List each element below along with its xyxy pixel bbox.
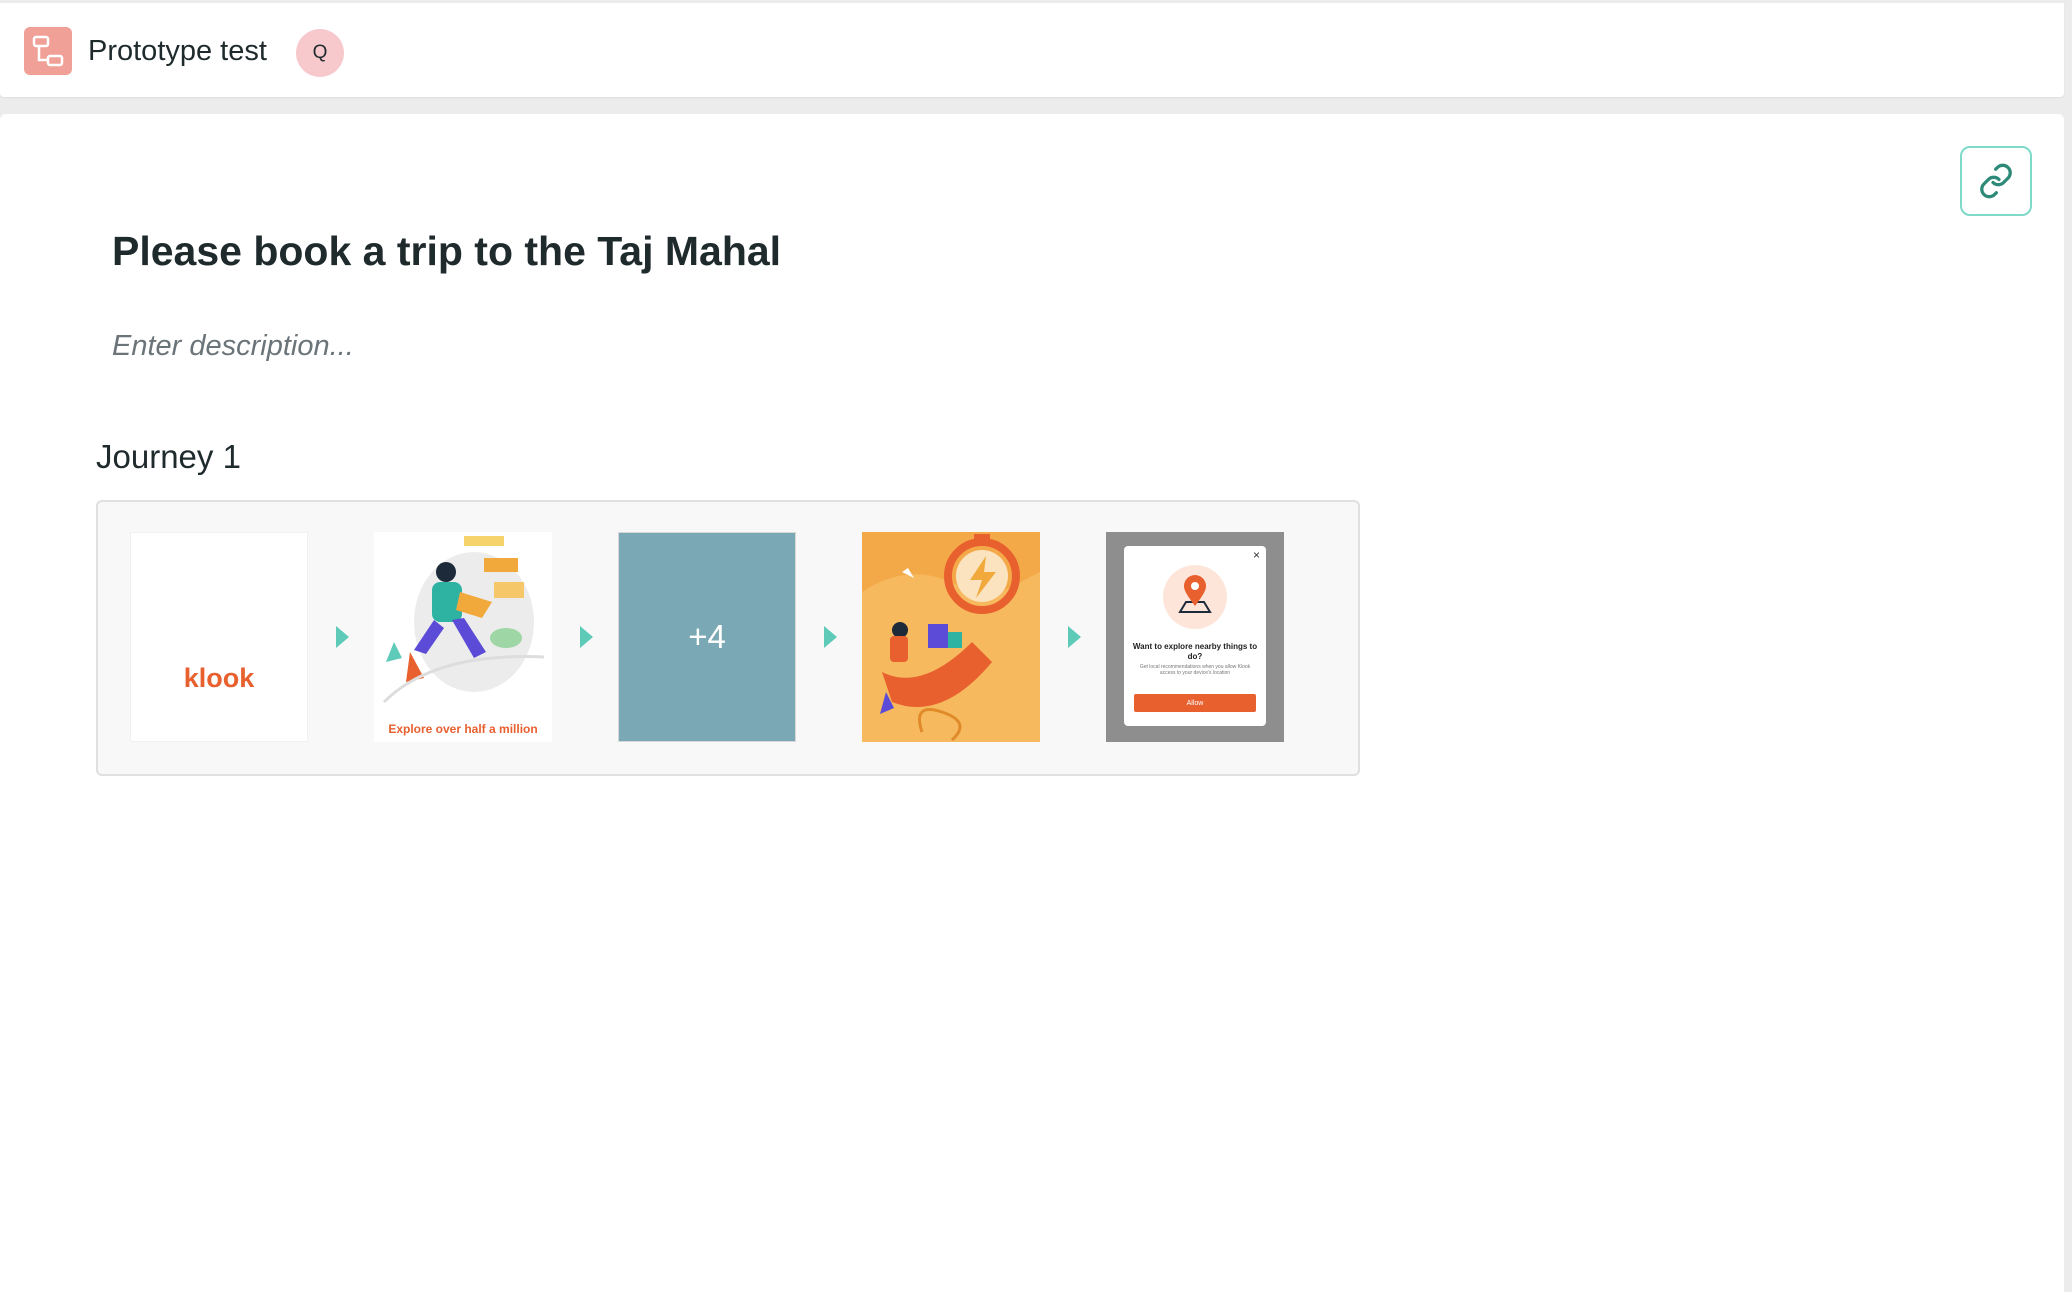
permission-modal: × Want to explore nearby things to do? G…: [1124, 546, 1266, 726]
journey-screen-permission[interactable]: × Want to explore nearby things to do? G…: [1106, 532, 1284, 742]
klook-logo: klook: [183, 663, 255, 693]
task-title[interactable]: Please book a trip to the Taj Mahal: [112, 228, 781, 275]
main-panel: Please book a trip to the Taj Mahal Jour…: [0, 114, 2064, 1292]
copy-link-button[interactable]: [1960, 146, 2032, 216]
close-icon: ×: [1252, 548, 1260, 562]
link-icon: [1980, 163, 2012, 199]
lightning-journey-illustration: [862, 532, 1040, 742]
allow-button: Allow: [1134, 694, 1256, 712]
location-pin-icon: [1163, 565, 1227, 629]
journey-screen-splash[interactable]: klook: [130, 532, 308, 742]
journey-label: Journey 1: [96, 438, 241, 475]
journey-screen-illustration[interactable]: [862, 532, 1040, 742]
page-title: Prototype test: [88, 35, 267, 67]
journey-arrow-icon: [336, 626, 349, 648]
journey-more-screens[interactable]: +4: [618, 532, 796, 742]
onboarding-caption: Explore over half a million: [388, 722, 538, 736]
journey-arrow-icon: [580, 626, 593, 648]
journey-arrow-icon: [1068, 626, 1081, 648]
avatar[interactable]: Q: [296, 29, 344, 77]
top-bar: Prototype test Q: [0, 3, 2064, 97]
journey-strip: klook Explore over half a million +4 × W…: [96, 500, 1360, 776]
journey-arrow-icon: [824, 626, 837, 648]
journey-screen-onboarding[interactable]: Explore over half a million: [374, 532, 552, 742]
modal-body: Get local recommendations when you allow…: [1139, 664, 1251, 676]
modal-title: Want to explore nearby things to do?: [1132, 642, 1258, 661]
description-input[interactable]: [112, 330, 1012, 363]
traveler-illustration: [374, 532, 552, 742]
flow-diagram-icon[interactable]: [24, 27, 72, 75]
